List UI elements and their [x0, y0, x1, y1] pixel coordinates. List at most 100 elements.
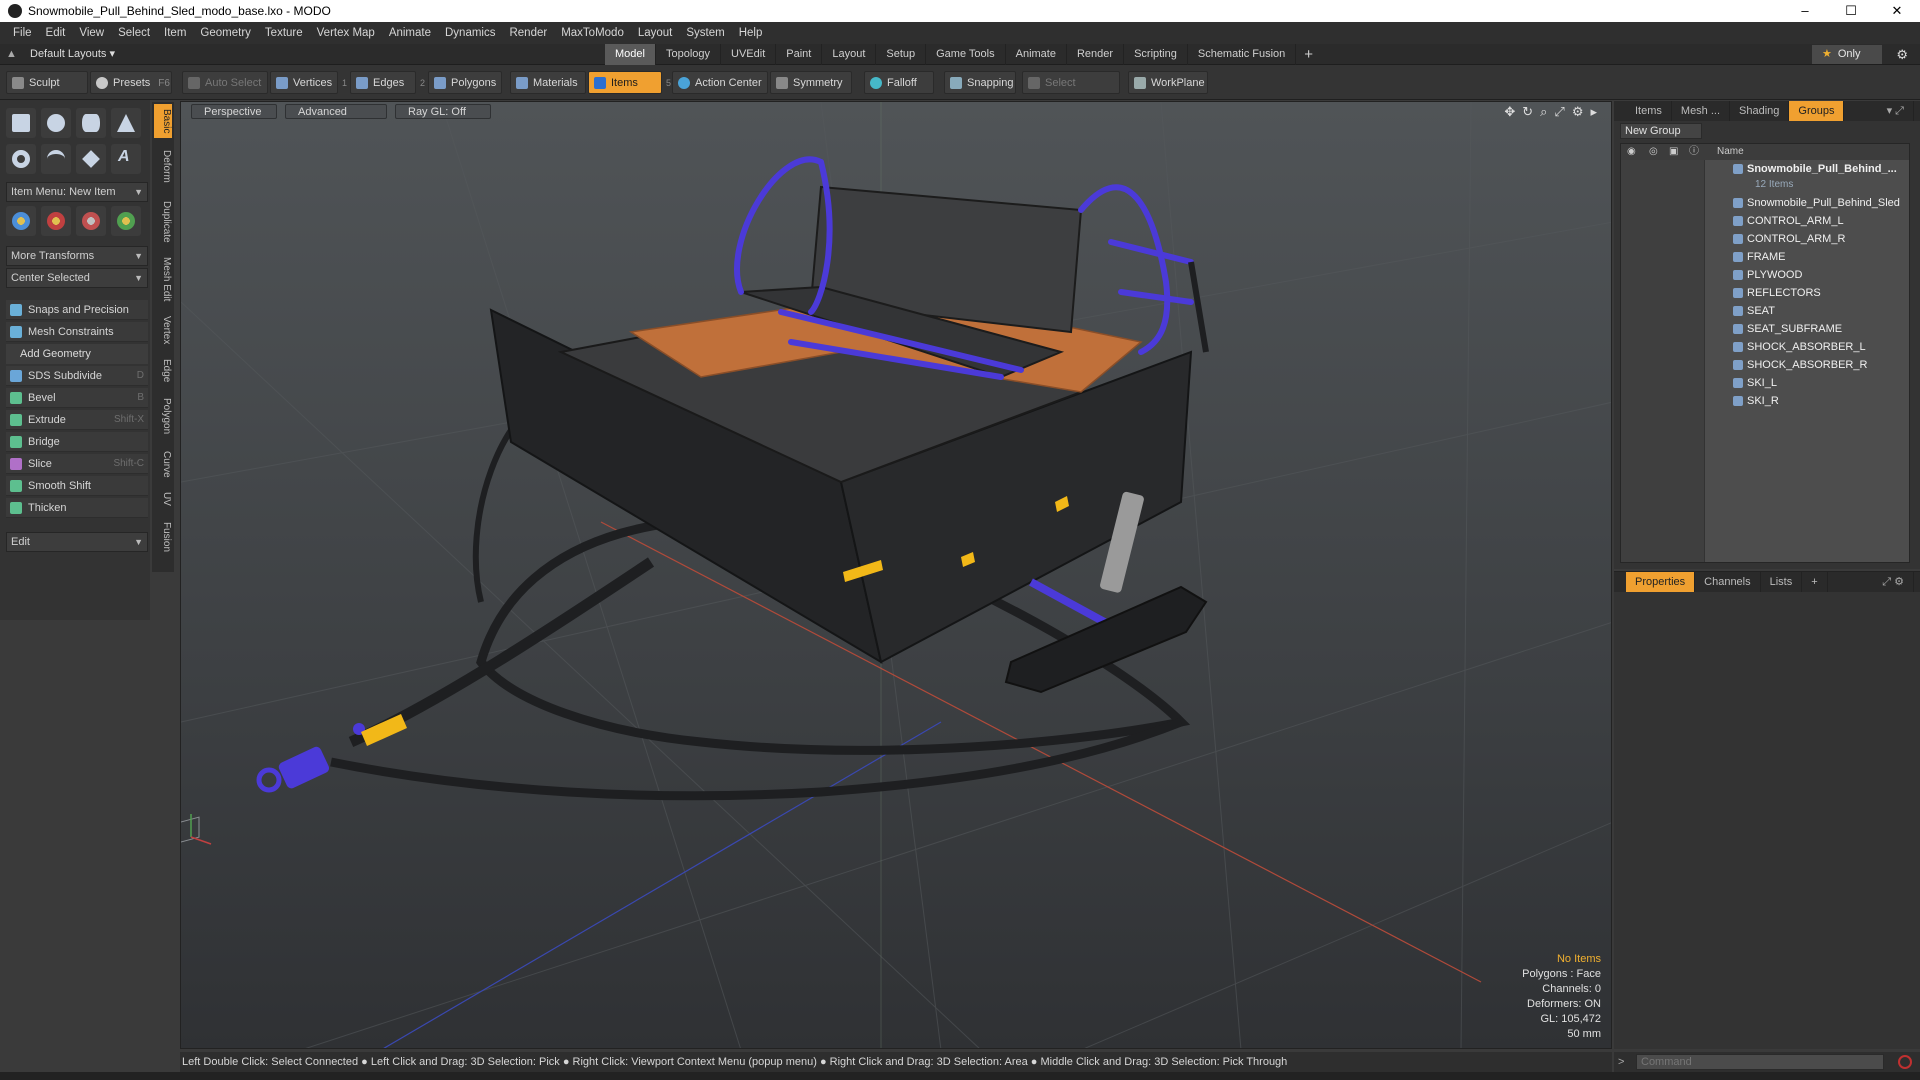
menu-file[interactable]: File	[6, 27, 39, 39]
side-tab-fusion[interactable]: Fusion	[154, 518, 172, 556]
menu-help[interactable]: Help	[732, 27, 770, 39]
tool-extrude[interactable]: Extrude Shift-X	[6, 410, 148, 430]
snapping-button[interactable]: Snapping	[944, 71, 1016, 94]
add-panel-tab-button[interactable]: +	[1802, 572, 1828, 592]
presets-button[interactable]: Presets F6	[90, 71, 172, 94]
list-item[interactable]: FRAME	[1621, 248, 1909, 266]
action-center-button[interactable]: Action Center	[672, 71, 768, 94]
curve-icon[interactable]	[41, 144, 71, 174]
advanced-dropdown[interactable]: Advanced	[285, 104, 387, 119]
lock-col-icon[interactable]: ◎	[1649, 144, 1658, 160]
menu-texture[interactable]: Texture	[258, 27, 310, 39]
vertices-button[interactable]: Vertices 1	[270, 71, 347, 94]
side-tab-curve[interactable]: Curve	[154, 448, 172, 480]
tab-items[interactable]: Items	[1626, 101, 1672, 121]
menu-select[interactable]: Select	[111, 27, 157, 39]
side-tab-mesh-edit[interactable]: Mesh Edit	[154, 254, 172, 304]
tab-game-tools[interactable]: Game Tools	[926, 44, 1006, 65]
polygons-button[interactable]: Polygons	[428, 71, 502, 94]
list-item[interactable]: SEAT_SUBFRAME	[1621, 320, 1909, 338]
sculpt-button[interactable]: Sculpt	[6, 71, 88, 94]
list-item[interactable]: Snowmobile_Pull_Behind_Sled	[1621, 194, 1909, 212]
tab-mesh[interactable]: Mesh ...	[1672, 101, 1731, 121]
tab-topology[interactable]: Topology	[656, 44, 722, 65]
tab-schematic-fusion[interactable]: Schematic Fusion	[1188, 44, 1297, 65]
falloff-button[interactable]: Falloff	[864, 71, 934, 94]
new-group-button[interactable]: New Group	[1620, 123, 1702, 139]
tool-sds-subdivide[interactable]: SDS Subdivide D	[6, 366, 148, 386]
record-macro-icon[interactable]	[1898, 1055, 1912, 1069]
list-item[interactable]: SEAT	[1621, 302, 1909, 320]
render-col-icon[interactable]: ⓘ	[1689, 144, 1699, 160]
torus-icon[interactable]	[6, 144, 36, 174]
tab-scripting[interactable]: Scripting	[1124, 44, 1188, 65]
maximize-button[interactable]: ☐	[1828, 0, 1874, 22]
materials-button[interactable]: Materials	[510, 71, 586, 94]
center-selected-dropdown[interactable]: Center Selected ▼	[6, 268, 148, 288]
cylinder-icon[interactable]	[76, 108, 106, 138]
name-column-header[interactable]: Name	[1717, 144, 1744, 160]
items-button[interactable]: Items 5	[588, 71, 671, 94]
orbit-icon[interactable]: ↻	[1522, 104, 1533, 120]
mesh-constraints-button[interactable]: Mesh Constraints	[6, 322, 148, 342]
menu-maxtomodo[interactable]: MaxToModo	[554, 27, 631, 39]
tab-lists[interactable]: Lists	[1761, 572, 1803, 592]
transform-icon[interactable]	[111, 206, 141, 236]
side-tab-duplicate[interactable]: Duplicate	[154, 196, 172, 248]
maximize-viewport-icon[interactable]: ⤢	[1554, 104, 1564, 120]
visibility-col-icon[interactable]: ◉	[1627, 144, 1636, 160]
list-item[interactable]: SHOCK_ABSORBER_R	[1621, 356, 1909, 374]
sphere-icon[interactable]	[41, 108, 71, 138]
default-layouts-dropdown[interactable]: ▲ Default Layouts ▾	[6, 44, 115, 65]
add-tab-button[interactable]: +	[1296, 44, 1321, 65]
auto-select-button[interactable]: Auto Select	[182, 71, 268, 94]
side-tab-polygon[interactable]: Polygon	[154, 394, 172, 438]
tab-paint[interactable]: Paint	[776, 44, 823, 65]
cube-icon[interactable]	[6, 108, 36, 138]
symmetry-button[interactable]: Symmetry	[770, 71, 852, 94]
list-item[interactable]: CONTROL_ARM_R	[1621, 230, 1909, 248]
side-tab-uv[interactable]: UV	[154, 488, 172, 510]
menu-item[interactable]: Item	[157, 27, 193, 39]
menu-animate[interactable]: Animate	[382, 27, 438, 39]
select-col-icon[interactable]: ▣	[1669, 144, 1678, 160]
list-item[interactable]: SHOCK_ABSORBER_L	[1621, 338, 1909, 356]
minimize-button[interactable]: –	[1782, 0, 1828, 22]
menu-dynamics[interactable]: Dynamics	[438, 27, 502, 39]
select-through-button[interactable]: Select Through	[1022, 71, 1120, 112]
only-button[interactable]: ★ Only	[1812, 45, 1882, 64]
edit-dropdown[interactable]: Edit ▼	[6, 532, 148, 552]
add-geometry-header[interactable]: Add Geometry	[6, 344, 148, 364]
tool-thicken[interactable]: Thicken	[6, 498, 148, 518]
panel-settings-icon[interactable]: ⤢ ⚙	[1873, 572, 1914, 592]
menu-edit[interactable]: Edit	[39, 27, 73, 39]
menu-vertex-map[interactable]: Vertex Map	[310, 27, 382, 39]
tab-shading[interactable]: Shading	[1730, 101, 1790, 121]
3d-viewport[interactable]: Perspective Advanced Ray GL: Off ✥ ↻ ⌕ ⤢…	[180, 101, 1612, 1049]
menu-geometry[interactable]: Geometry	[193, 27, 258, 39]
snaps-precision-button[interactable]: Snaps and Precision	[6, 300, 148, 320]
close-button[interactable]: ✕	[1874, 0, 1920, 22]
tab-layout[interactable]: Layout	[822, 44, 877, 65]
tab-animate[interactable]: Animate	[1006, 44, 1067, 65]
pen-icon[interactable]	[76, 144, 106, 174]
side-tab-basic[interactable]: Basic	[154, 104, 172, 138]
viewport-expand-icon[interactable]: ▸	[1590, 104, 1597, 120]
side-tab-deform[interactable]: Deform	[154, 146, 172, 186]
tab-setup[interactable]: Setup	[876, 44, 927, 65]
workplane-button[interactable]: WorkPlane	[1128, 71, 1208, 94]
more-transforms-dropdown[interactable]: More Transforms ▼	[6, 246, 148, 266]
menu-layout[interactable]: Layout	[631, 27, 680, 39]
list-item[interactable]: SKI_R	[1621, 392, 1909, 410]
tool-slice[interactable]: Slice Shift-C	[6, 454, 148, 474]
tab-channels[interactable]: Channels	[1695, 572, 1761, 592]
command-history-icon[interactable]: >	[1618, 1052, 1624, 1072]
list-item[interactable]: CONTROL_ARM_L	[1621, 212, 1909, 230]
pan-icon[interactable]: ✥	[1504, 104, 1515, 120]
tab-uvedit[interactable]: UVEdit	[721, 44, 777, 65]
menu-render[interactable]: Render	[502, 27, 554, 39]
menu-system[interactable]: System	[679, 27, 731, 39]
layout-toggle-icon[interactable]: ▲	[6, 44, 18, 65]
list-item[interactable]: REFLECTORS	[1621, 284, 1909, 302]
panel-menu-icon[interactable]: ▾ ⤢	[1878, 101, 1914, 121]
